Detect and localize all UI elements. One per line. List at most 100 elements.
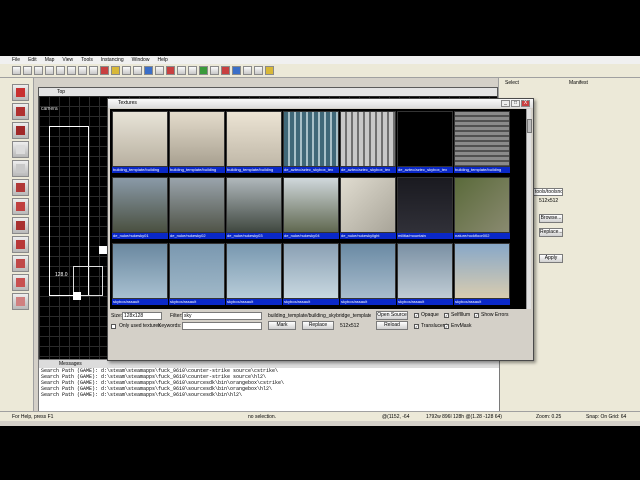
3d-grid-icon[interactable] <box>144 66 153 75</box>
texture-tile[interactable]: militia/mountain <box>397 177 453 239</box>
status-snap: Snap: On Grid: 64 <box>586 414 627 420</box>
texture-tile[interactable]: nature/rockfloor002 <box>454 177 510 239</box>
menu-window[interactable]: Window <box>132 57 150 63</box>
save-icon[interactable] <box>34 66 43 75</box>
browse-button[interactable]: Browse... <box>539 214 563 223</box>
menu-tools[interactable]: Tools <box>81 57 93 63</box>
ungroup-icon[interactable] <box>188 66 197 75</box>
filter-input[interactable]: sky <box>182 312 262 320</box>
texture-application-icon[interactable] <box>12 179 29 196</box>
viewport-title[interactable]: Top <box>39 88 497 96</box>
menu-help[interactable]: Help <box>157 57 167 63</box>
texture-tile[interactable]: de_nuke/nukesky03 <box>226 177 282 239</box>
grid-smaller-icon[interactable] <box>122 66 131 75</box>
mark-button[interactable]: Mark <box>268 321 296 330</box>
show-errors-checkbox[interactable]: ✓ <box>474 313 479 318</box>
texture-tile[interactable]: skybox/assault <box>454 243 510 305</box>
redo-icon[interactable] <box>89 66 98 75</box>
selection-tool-icon[interactable] <box>12 84 29 101</box>
manifest-label: Manifest <box>569 80 588 86</box>
texture-scrollbar[interactable] <box>526 109 532 309</box>
texture-tile[interactable]: skybox/assault <box>340 243 396 305</box>
path-tool-icon[interactable] <box>12 293 29 310</box>
textures-dialog-title[interactable]: Textures _ □ X <box>108 99 533 108</box>
texture-tile[interactable]: skybox/assault <box>169 243 225 305</box>
apply-texture-icon[interactable] <box>12 198 29 215</box>
status-help: For Help, press F1 <box>12 414 54 420</box>
camera-tool-icon[interactable] <box>12 122 29 139</box>
handle-1[interactable] <box>99 246 107 254</box>
size-select[interactable]: 128x128 <box>122 312 162 320</box>
tool-palette <box>0 78 34 416</box>
texture-tile[interactable]: building_template/building <box>112 111 168 173</box>
move-to-world-icon[interactable] <box>210 66 219 75</box>
block-tool-icon[interactable] <box>12 160 29 177</box>
minimize-button[interactable]: _ <box>501 100 510 107</box>
opaque-checkbox[interactable]: ✓ <box>414 313 419 318</box>
open-source-button[interactable]: Open Source <box>376 311 408 320</box>
cordon-icon[interactable] <box>243 66 252 75</box>
texture-tile[interactable]: skybox/assault <box>112 243 168 305</box>
undo-icon[interactable] <box>78 66 87 75</box>
envmask-checkbox[interactable]: ✓ <box>444 324 449 329</box>
maximize-button[interactable]: □ <box>511 100 520 107</box>
grid-icon[interactable] <box>111 66 120 75</box>
texture-tile[interactable]: skybox/assault <box>397 243 453 305</box>
selfillum-checkbox[interactable]: ✓ <box>444 313 449 318</box>
replace-button[interactable]: Replace <box>302 321 334 330</box>
texture-tile[interactable]: de_nuke/nukeskylight <box>340 177 396 239</box>
texture-tile[interactable]: de_nuke/nukesky01 <box>112 177 168 239</box>
apply-button[interactable]: Apply <box>539 254 563 263</box>
check-problems-icon[interactable] <box>232 66 241 75</box>
texture-tile[interactable]: building_template/building <box>454 111 510 173</box>
only-used-checkbox[interactable] <box>111 324 116 329</box>
menu-view[interactable]: View <box>62 57 73 63</box>
scroll-thumb[interactable] <box>527 119 532 133</box>
menu-instancing[interactable]: Instancing <box>101 57 124 63</box>
texture-tile[interactable]: de_aztec/aztec_skybox_tex <box>397 111 453 173</box>
texture-tile[interactable]: skybox/assault <box>226 243 282 305</box>
menu-file[interactable]: File <box>12 57 20 63</box>
paste-icon[interactable] <box>67 66 76 75</box>
texture-tile[interactable]: skybox/assault <box>283 243 339 305</box>
hide-icon[interactable] <box>155 66 164 75</box>
translucent-checkbox[interactable]: ✓ <box>414 324 419 329</box>
apply-overlay-icon[interactable] <box>12 236 29 253</box>
cut-icon[interactable] <box>45 66 54 75</box>
displacement-icon[interactable] <box>254 66 263 75</box>
carve-icon[interactable] <box>166 66 175 75</box>
keywords-input[interactable] <box>182 322 262 330</box>
main-toolbar <box>0 64 640 78</box>
selfillum-label: SelfIllum <box>451 312 471 318</box>
open-icon[interactable] <box>23 66 32 75</box>
group-icon[interactable] <box>177 66 186 75</box>
texture-tile[interactable]: de_aztec/aztec_skybox_tex <box>283 111 339 173</box>
opaque-label: Opaque <box>421 312 439 318</box>
texture-tile[interactable]: building_template/building <box>169 111 225 173</box>
menu-edit[interactable]: Edit <box>28 57 37 63</box>
texture-tile[interactable]: de_nuke/nukesky04 <box>283 177 339 239</box>
texture-tile[interactable]: de_aztec/aztec_skybox_tex <box>340 111 396 173</box>
apply-decal-icon[interactable] <box>12 217 29 234</box>
reload-button[interactable]: Reload <box>376 321 408 330</box>
magnify-tool-icon[interactable] <box>12 103 29 120</box>
entity-tool-icon[interactable] <box>12 141 29 158</box>
menu-map[interactable]: Map <box>45 57 55 63</box>
handle-2[interactable] <box>73 292 81 300</box>
texture-lock-icon[interactable] <box>100 66 109 75</box>
replace-button[interactable]: Replace... <box>539 228 563 237</box>
texture-browser-grid: building_template/building building_temp… <box>110 109 528 309</box>
close-button[interactable]: X <box>521 100 530 107</box>
tie-to-entity-icon[interactable] <box>199 66 208 75</box>
texture-size: 512x512 <box>539 198 559 204</box>
vertex-tool-icon[interactable] <box>12 274 29 291</box>
texture-tile[interactable]: building_template/building <box>226 111 282 173</box>
new-icon[interactable] <box>12 66 21 75</box>
grid-larger-icon[interactable] <box>133 66 142 75</box>
copy-icon[interactable] <box>56 66 65 75</box>
lighting-preview-icon[interactable] <box>265 66 274 75</box>
compile-icon[interactable] <box>221 66 230 75</box>
texture-tile[interactable]: de_nuke/nukesky02 <box>169 177 225 239</box>
clipping-tool-icon[interactable] <box>12 255 29 272</box>
texture-combo[interactable]: tools/toolsnodraw <box>533 188 563 196</box>
